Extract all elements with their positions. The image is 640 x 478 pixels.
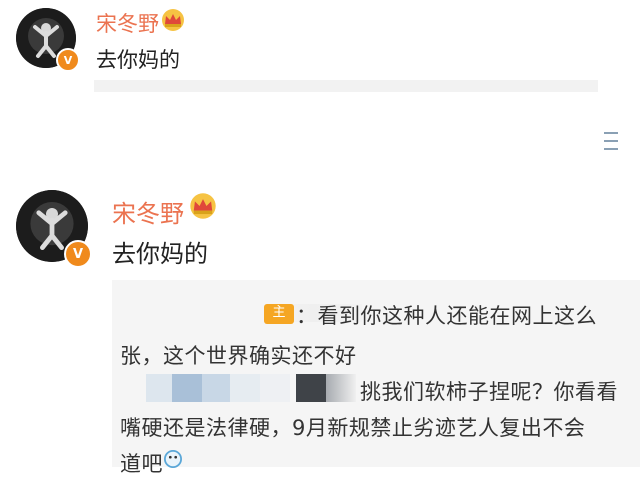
quote-line: 张，这个世界确实还不好 [120,344,357,368]
username[interactable]: 宋冬野 [96,8,159,38]
verified-v-icon: V [56,48,80,72]
quote-line: 嘴硬还是法律硬，9月新规禁止劣迹艺人复出不会 [120,416,586,440]
quoted-comment[interactable]: 主 ：看到你这种人还能在网上这么 张，这个世界确实还不好 挑我们软柿子捏呢？你看… [112,280,640,476]
comment-post-1: V 宋冬野 去你妈的 [0,0,640,110]
comment-text: 去你妈的 [96,48,180,72]
quote-line: 道吧 [120,452,163,476]
menu-lines-icon[interactable] [604,130,618,152]
crown-icon [162,9,184,31]
owner-tag: 主 [264,304,294,324]
avatar[interactable]: V [16,190,92,268]
blurred-content [146,374,356,402]
reply-area [94,80,598,92]
username[interactable]: 宋冬野 [112,194,184,229]
emoji-icon [164,450,182,468]
crown-icon [190,193,216,219]
quote-line: 挑我们软柿子捏呢？你看看 [360,380,618,404]
avatar[interactable]: V [16,8,80,72]
comment-post-2: V 宋冬野 去你妈的 主 ：看到你这种人还能在网上这么 张，这个世界确实还不好 … [0,180,640,476]
quote-line: ：看到你这种人还能在网上这么 [296,304,597,328]
comment-text: 去你妈的 [112,240,208,268]
verified-v-icon: V [64,240,92,268]
